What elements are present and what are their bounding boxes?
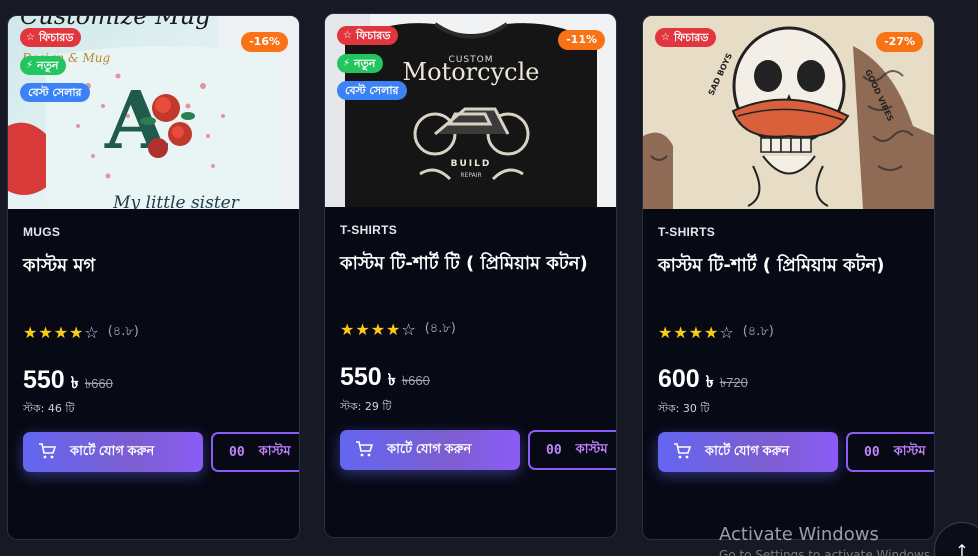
star-empty-icon: ☆ [719,322,734,342]
arrow-up-icon: ↑ [955,541,969,556]
shirt-text-small: REPAIR [460,172,481,179]
star-outline-icon: ☆ [343,29,352,41]
rating-value: (৪.৮) [424,321,456,336]
price: 550 [23,366,65,394]
star-icon: ★ [69,322,84,342]
currency-symbol: ৳ [705,372,714,391]
best-seller-badge: বেস্ট সেলার [337,81,407,100]
star-icon: ★ [53,322,69,342]
star-icon: ★ [355,319,370,339]
cart-icon [355,440,374,460]
product-title[interactable]: কাস্টম টি-শার্ট ( প্রিমিয়াম কটন) [658,251,920,280]
product-image[interactable]: CUSTOM Motorcycle BUILD REPAIR ☆ ফিচারড … [325,14,616,207]
product-card[interactable]: SAD BOYS GOOD VIBES ☆ ফিচারড -27% T-SHIR… [642,15,935,540]
lightning-icon: ⚡ [343,57,351,69]
rating-value: (৪.৮) [107,324,139,339]
price-row: 550 ৳ ৳660 [340,363,430,394]
price: 600 [658,365,700,393]
product-rating: ★ ★ ★ ★ ☆ (৪.৮) [340,319,456,340]
old-price: ৳720 [719,375,748,390]
stock-count: স্টক: 46 টি [23,402,75,415]
star-icon: ★ [38,322,53,342]
product-card[interactable]: CUSTOM Motorcycle BUILD REPAIR ☆ ফিচারড … [324,13,617,538]
rating-value: (৪.৮) [742,324,774,339]
star-outline-icon: ☆ [661,31,670,43]
star-icon: ★ [23,322,38,342]
add-to-cart-button[interactable]: কার্টে যোগ করুন [658,432,838,472]
add-to-cart-button[interactable]: কার্টে যোগ করুন [340,430,520,470]
star-icon: ★ [386,319,401,339]
stock-count: স্টক: 29 টি [340,400,392,413]
activate-windows-watermark: Activate Windows [719,524,879,545]
old-price: ৳660 [401,373,430,388]
product-category: MUGS [23,225,61,239]
discount-badge: -16% [241,32,288,52]
shirt-headline: Motorcycle [403,58,540,86]
best-seller-badge: বেস্ট সেলার [20,83,90,102]
customize-icon: 00 [229,444,245,460]
customize-button[interactable]: 00 কাস্টম [211,432,299,472]
stock-count: স্টক: 30 টি [658,402,710,415]
product-rating: ★ ★ ★ ★ ☆ (৪.৮) [23,322,139,343]
product-image[interactable]: SAD BOYS GOOD VIBES ☆ ফিচারড -27% [643,16,934,209]
currency-symbol: ৳ [387,370,396,389]
shirt-text-bottom: BUILD [451,159,492,169]
star-icon: ★ [370,319,386,339]
customize-button[interactable]: 00 কাস্টম [846,432,934,472]
product-title[interactable]: কাস্টম টি-শার্ট টি ( প্রিমিয়াম কটন) [340,249,602,278]
scroll-to-top-button[interactable]: ↑ [934,522,978,556]
lightning-icon: ⚡ [26,59,34,71]
product-rating: ★ ★ ★ ★ ☆ (৪.৮) [658,322,774,343]
cart-icon [673,442,692,462]
price: 550 [340,363,382,391]
price-row: 550 ৳ ৳660 [23,366,113,397]
product-category: T-SHIRTS [658,225,716,239]
product-card[interactable]: A My little sister Customize Mug Design … [7,15,300,540]
old-price: ৳660 [84,376,113,391]
discount-badge: -27% [876,32,923,52]
star-icon: ★ [658,322,673,342]
activate-windows-subtext: Go to Settings to activate Windows. [719,548,934,556]
product-image[interactable]: A My little sister Customize Mug Design … [8,16,299,209]
product-title[interactable]: কাস্টম মগ [23,251,285,280]
add-to-cart-button[interactable]: কার্টে যোগ করুন [23,432,203,472]
star-icon: ★ [340,319,355,339]
price-row: 600 ৳ ৳720 [658,365,748,396]
featured-badge: ☆ ফিচারড [20,28,82,47]
star-empty-icon: ☆ [84,322,99,342]
new-badge: ⚡ নতুন [20,56,67,75]
mug-caption: My little sister [112,193,240,209]
star-empty-icon: ☆ [401,319,416,339]
star-outline-icon: ☆ [26,31,35,43]
new-badge: ⚡ নতুন [337,54,384,73]
currency-symbol: ৳ [70,373,79,392]
featured-badge: ☆ ফিচারড [655,28,717,47]
featured-badge: ☆ ফিচারড [337,26,399,45]
customize-icon: 00 [864,444,880,460]
customize-button[interactable]: 00 কাস্টম [528,430,616,470]
star-icon: ★ [673,322,688,342]
discount-badge: -11% [558,30,605,50]
product-category: T-SHIRTS [340,223,398,237]
star-icon: ★ [704,322,719,342]
cart-icon [38,442,57,462]
star-icon: ★ [688,322,704,342]
customize-icon: 00 [546,442,562,458]
